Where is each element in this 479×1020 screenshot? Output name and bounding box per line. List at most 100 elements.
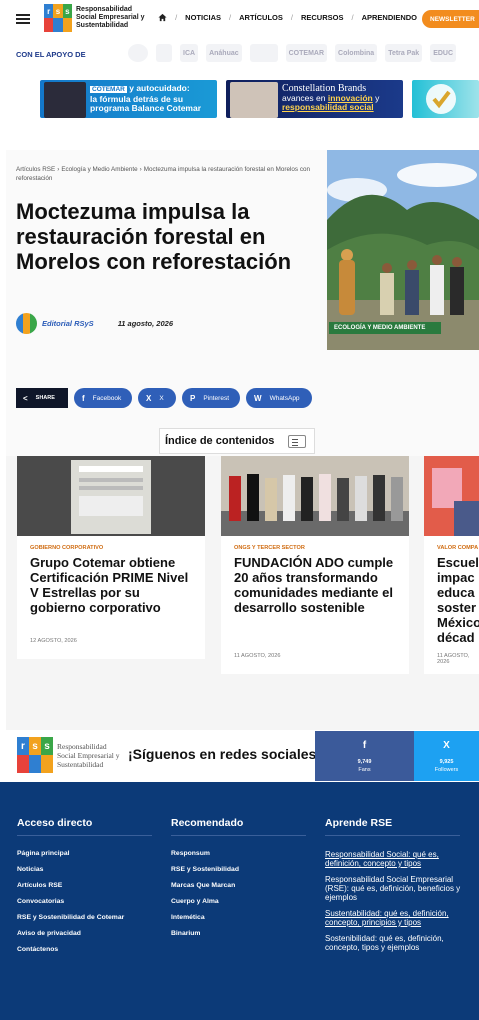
footer-link[interactable]: Página principal (17, 846, 152, 862)
nav-aprendiendo[interactable]: APRENDIENDO (362, 13, 417, 22)
x-follow-button[interactable]: X 9,925 Followers (414, 731, 479, 781)
nav-separator: / (351, 13, 354, 22)
card-title[interactable]: Escuel impac educa soster México décad (437, 555, 479, 645)
site-logo[interactable]: r s s Responsabilidad Social Empresarial… (44, 4, 146, 32)
constellation-banner[interactable]: Constellation Brands avances en innovaci… (226, 80, 403, 118)
sponsor-logo[interactable]: COTEMAR (285, 44, 328, 62)
toc-toggle-icon[interactable] (288, 435, 306, 448)
x-count: 9,925 (439, 759, 454, 765)
banner-highlight: responsabilidad social (282, 102, 374, 112)
card-title[interactable]: FUNDACIÓN ADO cumple 20 años transforman… (234, 555, 399, 615)
footer-link[interactable]: Cuerpo y Alma (171, 894, 306, 910)
footer-link[interactable]: RSE y Sostenibilidad (171, 862, 306, 878)
facebook-follow-button[interactable]: f 9,749 Fans (315, 731, 414, 781)
third-banner[interactable] (412, 80, 479, 118)
nav-recursos[interactable]: RECURSOS (301, 13, 344, 22)
sponsor-logo[interactable]: ICA (180, 44, 199, 62)
breadcrumb-item[interactable]: Artículos RSE (16, 166, 55, 173)
category-tag[interactable]: ECOLOGÍA Y MEDIO AMBIENTE (329, 322, 441, 334)
nav-noticias[interactable]: NOTICIAS (185, 13, 221, 22)
article-featured-image (327, 150, 479, 350)
sponsor-logo[interactable]: Tetra Pak (385, 44, 423, 62)
follow-logo[interactable]: r s s Responsabilidad Social Empresarial… (17, 737, 127, 773)
nav-separator: / (290, 13, 293, 22)
banner-brand: COTEMAR (90, 86, 127, 93)
footer-link[interactable]: Responsabilidad Social: qué es, definici… (325, 850, 465, 868)
footer-link[interactable]: RSE y Sostenibilidad de Cotemar (17, 910, 152, 926)
footer-link[interactable]: Intemética (171, 910, 306, 926)
logo-letter: r (17, 737, 29, 755)
share-bar: < SHARE f Facebook XX P Pinterest W WhatsApp (16, 388, 312, 408)
article-card[interactable]: GOBIERNO CORPORATIVO Grupo Cotemar obtie… (17, 456, 205, 659)
sponsors-strip: CON EL APOYO DE ICA Anáhuac COTEMAR Colo… (0, 40, 479, 68)
footer-link[interactable]: Responsabilidad Social Empresarial (RSE)… (325, 875, 465, 902)
follow-logo-text: Responsabilidad Social Empresarial y Sus… (57, 741, 120, 769)
card-date: 12 AGOSTO, 2026 (30, 638, 77, 644)
table-of-contents[interactable]: Índice de contenidos (159, 428, 315, 454)
share-pinterest-button[interactable]: P Pinterest (182, 388, 240, 408)
banner-text: COTEMAR y autocuidado: la fórmula detrás… (90, 83, 202, 114)
facebook-count: 9,749 (357, 759, 372, 765)
author-avatar[interactable] (16, 313, 37, 334)
newsletter-button[interactable]: NEWSLETTER (422, 10, 479, 28)
author-name[interactable]: Editorial RSyS (42, 319, 94, 328)
footer-link[interactable]: Artículos RSE (17, 878, 152, 894)
check-badge-icon (426, 84, 456, 114)
x-icon: X (146, 393, 152, 403)
footer-link[interactable]: Convocatorias (17, 894, 152, 910)
card-title[interactable]: Grupo Cotemar obtiene Certificación PRIM… (30, 555, 195, 615)
cotemar-banner[interactable]: COTEMAR y autocuidado: la fórmula detrás… (40, 80, 217, 118)
sponsor-logo[interactable] (156, 44, 172, 62)
chevron-right-icon: › (139, 166, 142, 173)
card-category[interactable]: ONGS Y TERCER SECTOR (234, 545, 305, 551)
footer-link[interactable]: Responsum (171, 846, 306, 862)
logo-letter: s (41, 737, 53, 755)
share-button-label: WhatsApp (269, 394, 300, 402)
hamburger-menu-icon[interactable] (16, 14, 30, 24)
sponsor-logo[interactable] (128, 44, 148, 62)
article-card[interactable]: ONGS Y TERCER SECTOR FUNDACIÓN ADO cumpl… (221, 456, 409, 674)
sponsor-logo[interactable]: Colombina (335, 44, 378, 62)
pinterest-icon: P (190, 393, 196, 403)
logo-text: Responsabilidad Social Empresarial y Sus… (76, 6, 145, 29)
footer-heading: Aprende RSE (325, 817, 460, 836)
card-category[interactable]: GOBIERNO CORPORATIVO (30, 545, 103, 551)
main-nav: / NOTICIAS / ARTÍCULOS / RECURSOS / APRE… (158, 13, 417, 22)
sponsor-logo[interactable]: Anáhuac (206, 44, 242, 62)
share-x-button[interactable]: XX (138, 388, 176, 408)
logo-block (53, 18, 63, 32)
share-label: SHARE (35, 395, 55, 401)
footer-link[interactable]: Sustentabilidad: qué es, definición, con… (325, 909, 465, 927)
nav-articulos[interactable]: ARTÍCULOS (239, 13, 283, 22)
banner-line: avances en (282, 92, 326, 103)
logo-mark: r s s (17, 737, 53, 773)
sponsor-logo[interactable]: EDUC (430, 44, 457, 62)
share-icon: < (23, 393, 28, 403)
breadcrumb-item[interactable]: Ecología y Medio Ambiente (61, 166, 137, 173)
sponsor-logo[interactable] (249, 44, 278, 62)
toc-label: Índice de contenidos (165, 435, 275, 447)
logo-letter: r (44, 4, 54, 18)
footer-link[interactable]: Sostenibilidad: qué es, definición, conc… (325, 934, 465, 952)
footer-heading: Recomendado (171, 817, 306, 836)
article-card[interactable]: VALOR COMPA Escuel impac educa soster Mé… (424, 456, 479, 674)
footer-link[interactable]: Marcas Que Marcan (171, 878, 306, 894)
home-icon[interactable] (158, 13, 167, 22)
footer-heading: Acceso directo (17, 817, 152, 836)
share-whatsapp-button[interactable]: W WhatsApp (246, 388, 312, 408)
facebook-icon: f (82, 393, 85, 403)
card-image (424, 456, 479, 536)
card-category[interactable]: VALOR COMPA (437, 545, 478, 551)
publish-date: 11 agosto, 2026 (117, 319, 173, 328)
breadcrumb: Artículos RSE › Ecología y Medio Ambiente ›… (16, 165, 316, 183)
banner-line: programa Balance Cotemar (90, 103, 202, 113)
footer-link[interactable]: Noticias (17, 862, 152, 878)
share-facebook-button[interactable]: f Facebook (74, 388, 132, 408)
logo-block (29, 755, 41, 773)
footer-column-recomendado: Recomendado Responsum RSE y Sostenibilid… (171, 817, 306, 942)
footer-link[interactable]: Binarium (171, 926, 306, 942)
footer-link[interactable]: Contáctenos (17, 942, 152, 958)
share-toggle[interactable]: < SHARE (16, 388, 68, 408)
footer-link[interactable]: Aviso de privacidad (17, 926, 152, 942)
logo-block (41, 755, 53, 773)
